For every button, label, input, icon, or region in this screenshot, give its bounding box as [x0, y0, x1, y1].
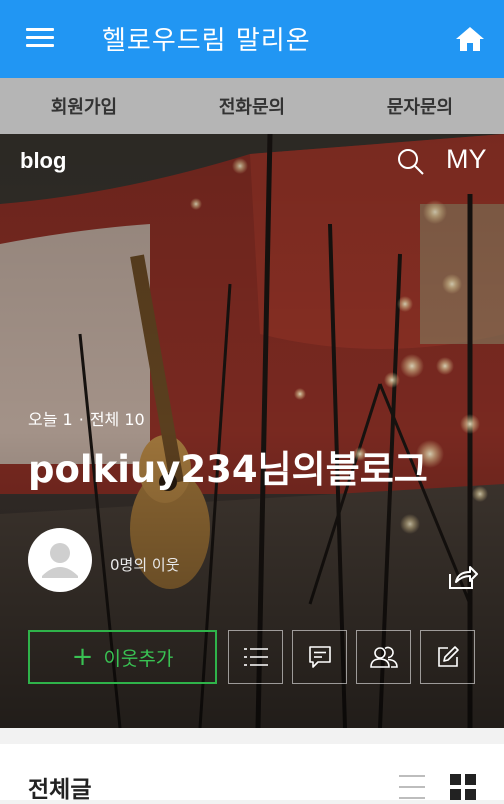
- share-icon[interactable]: [448, 564, 478, 590]
- blog-logo[interactable]: blog: [20, 148, 66, 174]
- neighbors-button[interactable]: [356, 630, 411, 684]
- total-count: 전체 10: [89, 410, 145, 429]
- guestbook-button[interactable]: [292, 630, 347, 684]
- plus-icon: +: [71, 642, 94, 672]
- sms-inquiry-link[interactable]: 문자문의: [336, 78, 504, 134]
- app-title: 헬로우드림 말리온: [102, 26, 311, 56]
- add-neighbor-label: 이웃추가: [103, 647, 174, 670]
- default-profile-icon: [42, 543, 78, 578]
- add-neighbor-button[interactable]: + 이웃추가: [28, 630, 217, 684]
- avatar[interactable]: [28, 528, 92, 592]
- people-icon: [369, 646, 398, 668]
- list-view-icon[interactable]: [398, 774, 426, 800]
- neighbor-count[interactable]: 0명의 이웃: [110, 554, 180, 575]
- blog-cover: blog MY 오늘 1 · 전체 10 polkiuy234님의블로그 0명의 이…: [0, 134, 504, 728]
- visitor-stats: 오늘 1 · 전체 10: [28, 406, 145, 430]
- today-count: 오늘 1: [28, 410, 73, 429]
- search-icon[interactable]: [397, 148, 425, 176]
- top-app-bar: 헬로우드림 말리온: [0, 0, 504, 78]
- menu-icon[interactable]: [26, 28, 54, 48]
- my-link[interactable]: MY: [446, 144, 487, 175]
- signup-link[interactable]: 회원가입: [0, 78, 168, 134]
- grid-view-icon[interactable]: [450, 774, 476, 800]
- stats-separator: ·: [78, 410, 84, 429]
- list-icon: [243, 648, 268, 666]
- write-icon: [437, 646, 459, 667]
- blog-title: polkiuy234님의블로그: [28, 448, 428, 491]
- sub-navigation: 회원가입 전화문의 문자문의: [0, 78, 504, 134]
- all-posts-heading: 전체글: [28, 777, 92, 803]
- category-list-button[interactable]: [228, 630, 283, 684]
- home-icon[interactable]: [455, 26, 485, 52]
- write-post-button[interactable]: [420, 630, 475, 684]
- post-list-header: 전체글: [0, 744, 504, 803]
- comment-icon: [308, 646, 331, 668]
- phone-inquiry-link[interactable]: 전화문의: [168, 78, 336, 134]
